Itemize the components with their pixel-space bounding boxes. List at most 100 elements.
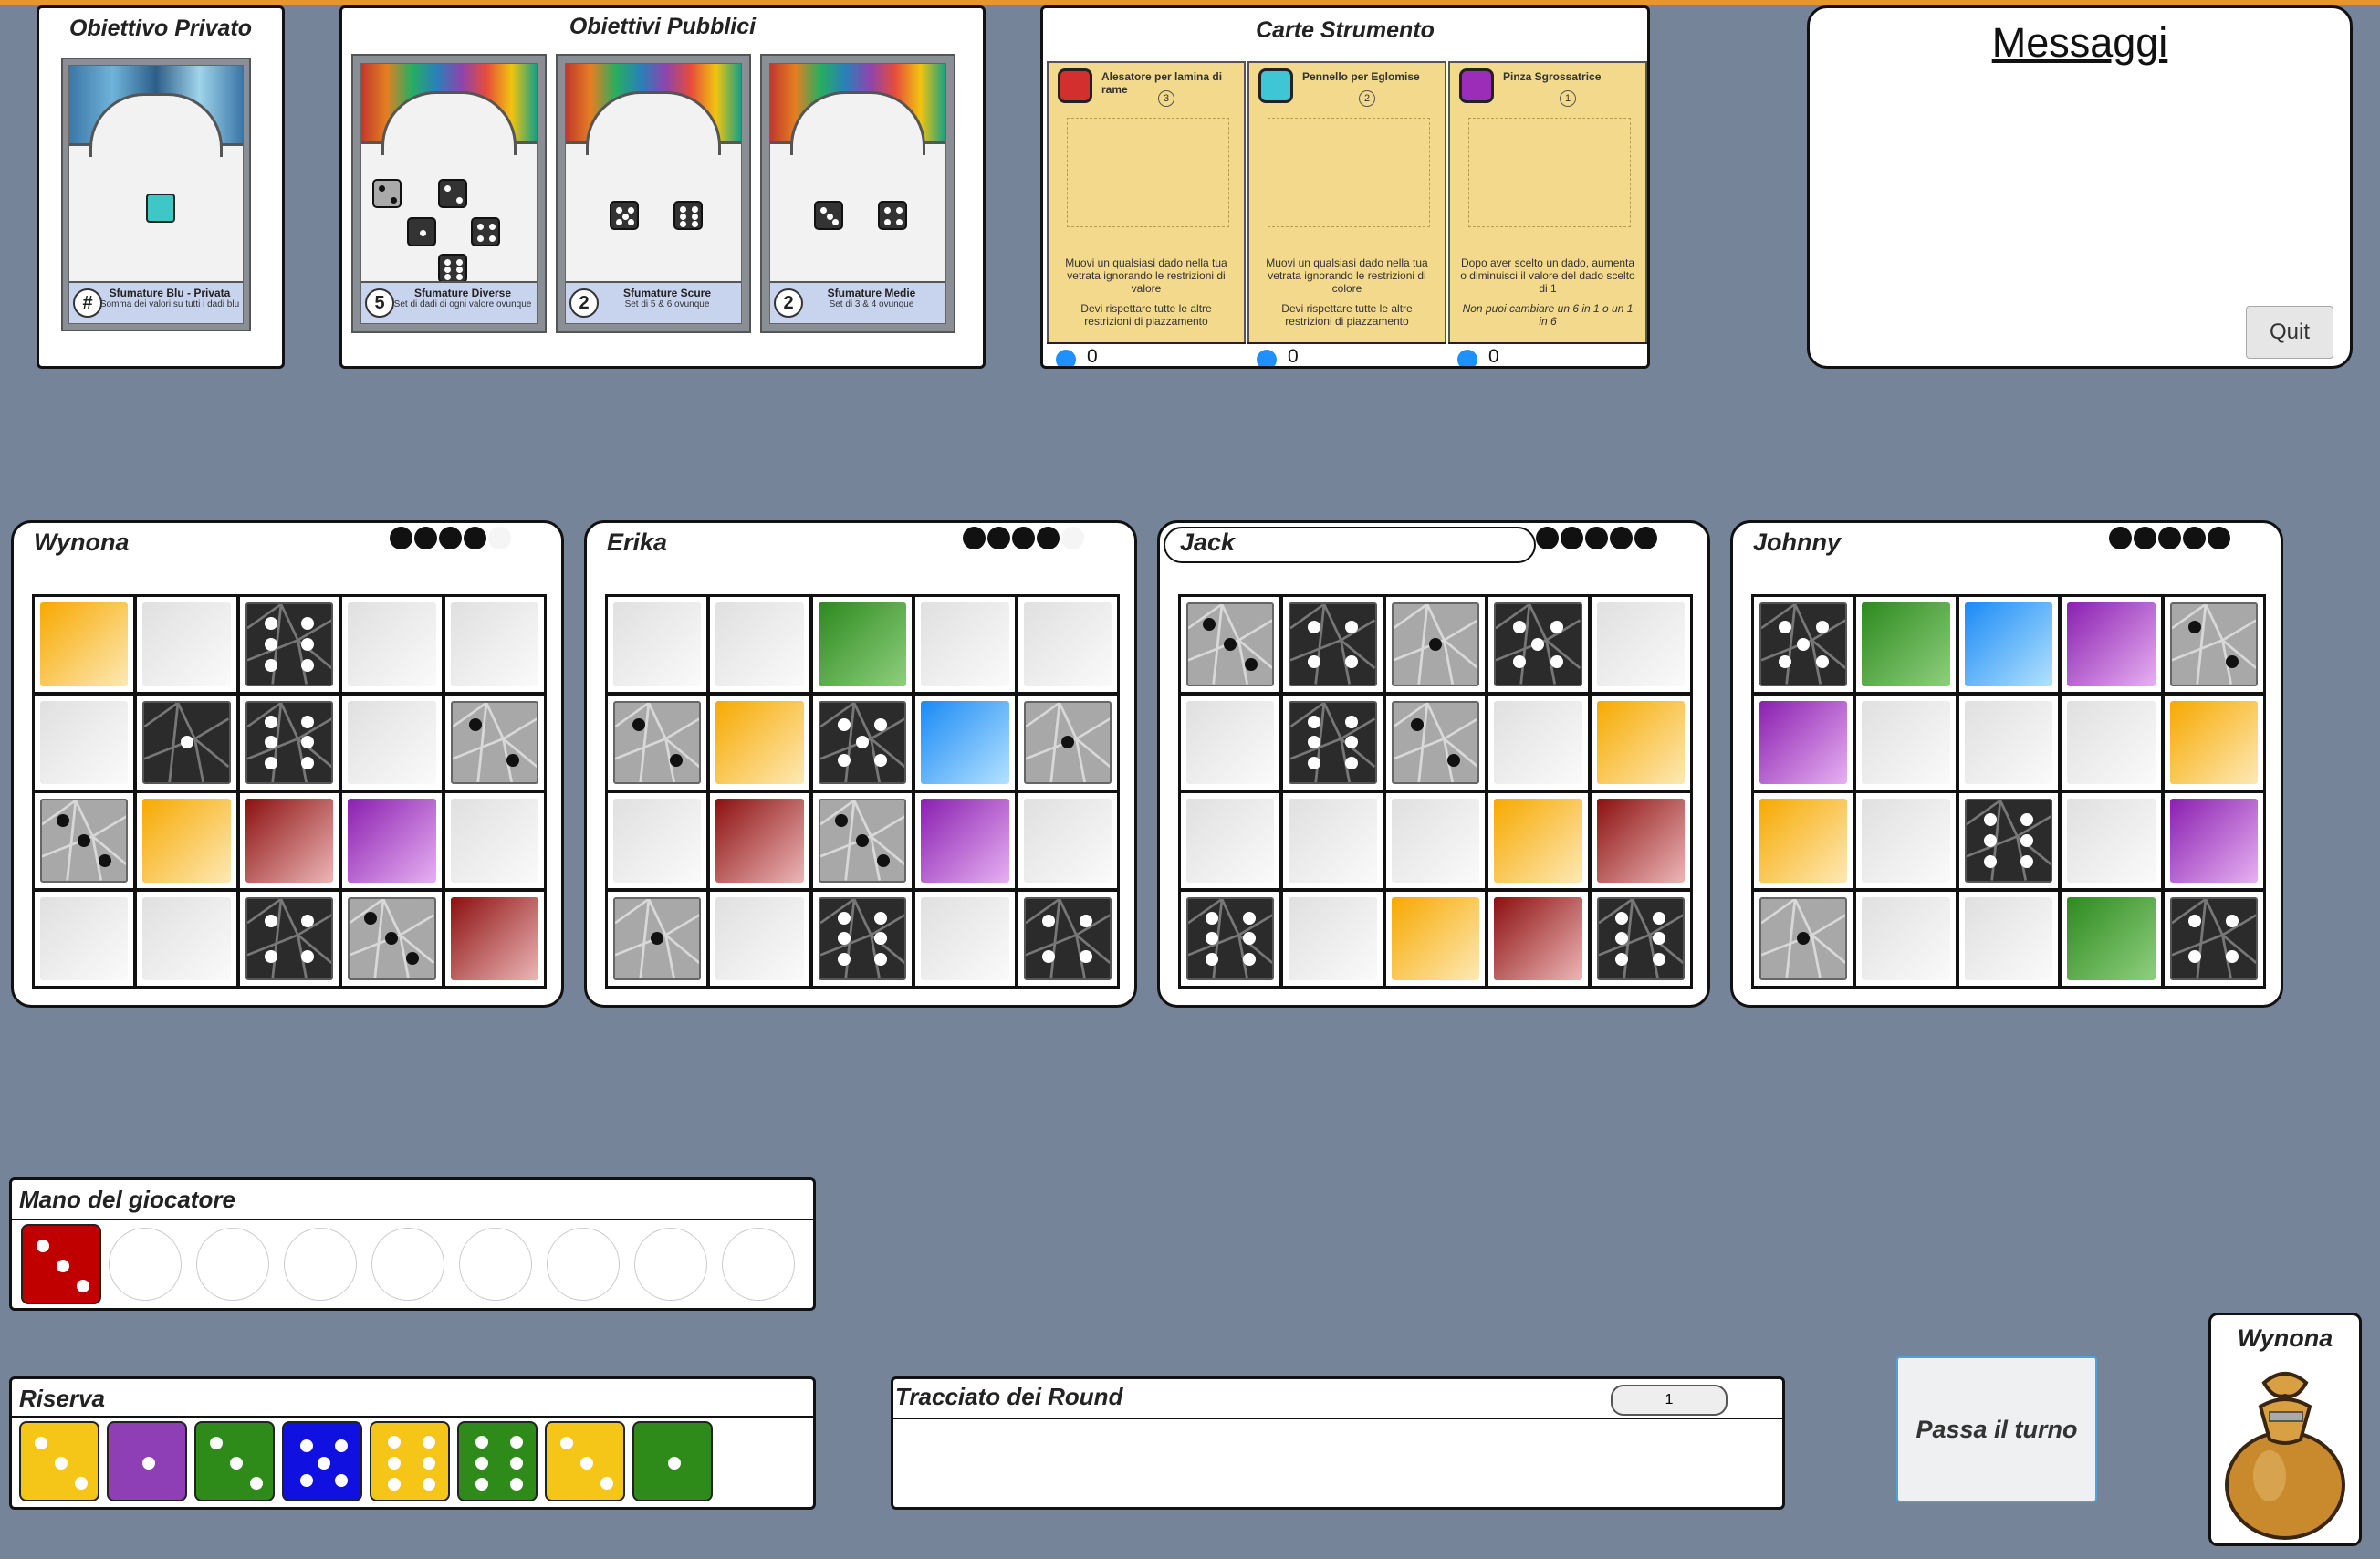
window-cell[interactable] (1855, 694, 1957, 790)
window-cell[interactable] (136, 792, 237, 889)
window-cell[interactable] (136, 694, 237, 790)
window-cell[interactable] (1017, 890, 1118, 987)
window-cell[interactable] (34, 792, 135, 889)
window-cell[interactable] (1384, 596, 1487, 693)
window-cell[interactable] (2061, 792, 2162, 889)
hand-slot[interactable] (371, 1228, 444, 1301)
window-cell[interactable] (2061, 694, 2162, 790)
window-cell[interactable] (811, 792, 913, 889)
window-cell[interactable] (341, 792, 443, 889)
die-1[interactable] (107, 1421, 187, 1501)
window-cell[interactable] (1855, 596, 1957, 693)
window-cell[interactable] (1957, 596, 2060, 693)
hand-slot[interactable] (109, 1228, 182, 1301)
window-cell[interactable] (1017, 694, 1118, 790)
window-cell[interactable] (238, 792, 340, 889)
tool-card-3[interactable]: Pinza Sgrossatrice 1 Dopo aver scelto un … (1448, 61, 1647, 344)
window-cell[interactable] (444, 890, 545, 987)
window-cell[interactable] (1488, 596, 1589, 693)
window-cell[interactable] (1180, 596, 1281, 693)
window-cell[interactable] (607, 596, 708, 693)
window-cell[interactable] (1384, 890, 1487, 987)
hand-slot[interactable] (284, 1228, 357, 1301)
tool-card-2[interactable]: Pennello per Eglomise 2 Muovi un qualsias… (1247, 61, 1446, 344)
window-cell[interactable] (1753, 792, 1854, 889)
window-cell[interactable] (1590, 694, 1691, 790)
window-cell[interactable] (1180, 694, 1281, 790)
window-cell[interactable] (1384, 694, 1487, 790)
window-cell[interactable] (607, 792, 708, 889)
public-objective-card-3[interactable]: 2 Sfumature Medie Set di 3 & 4 ovunque (760, 54, 955, 333)
window-cell[interactable] (914, 890, 1016, 987)
die-6[interactable] (370, 1421, 450, 1501)
window-cell[interactable] (2061, 596, 2162, 693)
die-3[interactable] (21, 1224, 101, 1304)
window-cell[interactable] (136, 596, 237, 693)
window-cell[interactable] (1590, 596, 1691, 693)
window-cell[interactable] (2163, 694, 2264, 790)
window-cell[interactable] (1590, 792, 1691, 889)
window-cell[interactable] (607, 694, 708, 790)
window-cell[interactable] (1957, 890, 2060, 987)
window-cell[interactable] (444, 596, 545, 693)
window-cell[interactable] (341, 694, 443, 790)
window-cell[interactable] (1957, 792, 2060, 889)
private-objective-card[interactable]: # Sfumature Blu - Privata Somma dei valo… (61, 58, 251, 331)
pass-turn-button[interactable]: Passa il turno (1896, 1356, 2097, 1502)
window-cell[interactable] (709, 596, 810, 693)
public-objective-card-2[interactable]: 2 Sfumature Scure Set di 5 & 6 ovunque (556, 54, 751, 333)
window-cell[interactable] (607, 890, 708, 987)
hand-slot[interactable] (459, 1228, 532, 1301)
die-5[interactable] (282, 1421, 362, 1501)
window-cell[interactable] (2163, 890, 2264, 987)
window-cell[interactable] (1282, 596, 1383, 693)
window-cell[interactable] (1282, 694, 1383, 790)
window-cell[interactable] (1017, 596, 1118, 693)
window-cell[interactable] (1590, 890, 1691, 987)
window-cell[interactable] (1180, 792, 1281, 889)
hand-slot[interactable] (722, 1228, 795, 1301)
window-cell[interactable] (136, 890, 237, 987)
window-cell[interactable] (238, 596, 340, 693)
window-cell[interactable] (1180, 890, 1281, 987)
window-cell[interactable] (811, 890, 913, 987)
die-3[interactable] (19, 1421, 99, 1501)
window-cell[interactable] (914, 596, 1016, 693)
window-cell[interactable] (341, 596, 443, 693)
window-cell[interactable] (1855, 890, 1957, 987)
window-cell[interactable] (1282, 890, 1383, 987)
window-cell[interactable] (1384, 792, 1487, 889)
die-3[interactable] (545, 1421, 625, 1501)
window-cell[interactable] (2163, 792, 2264, 889)
window-cell[interactable] (34, 890, 135, 987)
window-cell[interactable] (1753, 694, 1854, 790)
window-cell[interactable] (709, 694, 810, 790)
window-cell[interactable] (238, 694, 340, 790)
window-cell[interactable] (1488, 694, 1589, 790)
window-cell[interactable] (444, 694, 545, 790)
window-cell[interactable] (34, 596, 135, 693)
window-cell[interactable] (811, 596, 913, 693)
window-cell[interactable] (238, 890, 340, 987)
window-cell[interactable] (1855, 792, 1957, 889)
public-objective-card-1[interactable]: 5 Sfumature Diverse Set di dadi di ogni … (351, 54, 547, 333)
window-cell[interactable] (444, 792, 545, 889)
window-cell[interactable] (1017, 792, 1118, 889)
die-3[interactable] (194, 1421, 275, 1501)
window-cell[interactable] (1282, 792, 1383, 889)
window-cell[interactable] (34, 694, 135, 790)
window-cell[interactable] (1753, 890, 1854, 987)
hand-slot[interactable] (634, 1228, 707, 1301)
window-cell[interactable] (1488, 792, 1589, 889)
window-cell[interactable] (811, 694, 913, 790)
hand-slot[interactable] (196, 1228, 269, 1301)
window-cell[interactable] (1488, 890, 1589, 987)
dice-bag-icon[interactable] (2217, 1359, 2354, 1542)
window-cell[interactable] (709, 890, 810, 987)
window-cell[interactable] (709, 792, 810, 889)
window-cell[interactable] (1753, 596, 1854, 693)
die-1[interactable] (632, 1421, 713, 1501)
window-cell[interactable] (341, 890, 443, 987)
window-cell[interactable] (1957, 694, 2060, 790)
window-cell[interactable] (2061, 890, 2162, 987)
